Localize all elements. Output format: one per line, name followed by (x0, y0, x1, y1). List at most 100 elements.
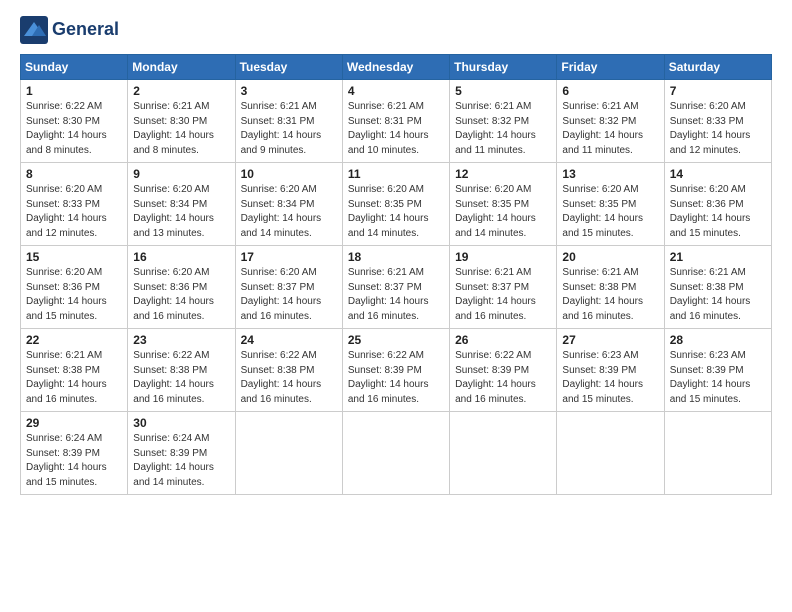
weekday-header-thursday: Thursday (450, 55, 557, 80)
calendar-cell: 10 Sunrise: 6:20 AMSunset: 8:34 PMDaylig… (235, 163, 342, 246)
day-number: 11 (348, 167, 444, 181)
day-number: 5 (455, 84, 551, 98)
calendar-cell: 19 Sunrise: 6:21 AMSunset: 8:37 PMDaylig… (450, 246, 557, 329)
calendar-week-1: 1 Sunrise: 6:22 AMSunset: 8:30 PMDayligh… (21, 80, 772, 163)
calendar-cell (557, 412, 664, 495)
calendar-cell: 4 Sunrise: 6:21 AMSunset: 8:31 PMDayligh… (342, 80, 449, 163)
day-number: 2 (133, 84, 229, 98)
header: General (20, 16, 772, 44)
day-number: 8 (26, 167, 122, 181)
day-number: 21 (670, 250, 766, 264)
day-number: 25 (348, 333, 444, 347)
weekday-header-saturday: Saturday (664, 55, 771, 80)
day-info: Sunrise: 6:21 AMSunset: 8:37 PMDaylight:… (455, 267, 536, 322)
day-info: Sunrise: 6:21 AMSunset: 8:31 PMDaylight:… (348, 101, 429, 156)
day-info: Sunrise: 6:21 AMSunset: 8:38 PMDaylight:… (670, 267, 751, 322)
calendar-week-3: 15 Sunrise: 6:20 AMSunset: 8:36 PMDaylig… (21, 246, 772, 329)
day-number: 26 (455, 333, 551, 347)
day-number: 12 (455, 167, 551, 181)
calendar-cell (342, 412, 449, 495)
day-number: 28 (670, 333, 766, 347)
calendar-week-4: 22 Sunrise: 6:21 AMSunset: 8:38 PMDaylig… (21, 329, 772, 412)
calendar-cell: 20 Sunrise: 6:21 AMSunset: 8:38 PMDaylig… (557, 246, 664, 329)
calendar-cell: 27 Sunrise: 6:23 AMSunset: 8:39 PMDaylig… (557, 329, 664, 412)
day-info: Sunrise: 6:20 AMSunset: 8:35 PMDaylight:… (348, 184, 429, 239)
calendar-cell: 14 Sunrise: 6:20 AMSunset: 8:36 PMDaylig… (664, 163, 771, 246)
calendar-cell: 9 Sunrise: 6:20 AMSunset: 8:34 PMDayligh… (128, 163, 235, 246)
weekday-header-wednesday: Wednesday (342, 55, 449, 80)
day-info: Sunrise: 6:22 AMSunset: 8:30 PMDaylight:… (26, 101, 107, 156)
calendar-cell: 28 Sunrise: 6:23 AMSunset: 8:39 PMDaylig… (664, 329, 771, 412)
day-info: Sunrise: 6:21 AMSunset: 8:32 PMDaylight:… (455, 101, 536, 156)
calendar-cell: 8 Sunrise: 6:20 AMSunset: 8:33 PMDayligh… (21, 163, 128, 246)
day-number: 4 (348, 84, 444, 98)
day-number: 3 (241, 84, 337, 98)
weekday-header-sunday: Sunday (21, 55, 128, 80)
day-number: 6 (562, 84, 658, 98)
calendar-cell: 18 Sunrise: 6:21 AMSunset: 8:37 PMDaylig… (342, 246, 449, 329)
calendar-cell: 22 Sunrise: 6:21 AMSunset: 8:38 PMDaylig… (21, 329, 128, 412)
day-info: Sunrise: 6:20 AMSunset: 8:34 PMDaylight:… (241, 184, 322, 239)
day-info: Sunrise: 6:20 AMSunset: 8:33 PMDaylight:… (26, 184, 107, 239)
calendar-cell: 23 Sunrise: 6:22 AMSunset: 8:38 PMDaylig… (128, 329, 235, 412)
calendar-cell: 6 Sunrise: 6:21 AMSunset: 8:32 PMDayligh… (557, 80, 664, 163)
day-info: Sunrise: 6:23 AMSunset: 8:39 PMDaylight:… (670, 350, 751, 405)
calendar-cell: 26 Sunrise: 6:22 AMSunset: 8:39 PMDaylig… (450, 329, 557, 412)
calendar-cell (235, 412, 342, 495)
day-number: 19 (455, 250, 551, 264)
calendar-cell: 29 Sunrise: 6:24 AMSunset: 8:39 PMDaylig… (21, 412, 128, 495)
calendar-cell: 2 Sunrise: 6:21 AMSunset: 8:30 PMDayligh… (128, 80, 235, 163)
day-number: 20 (562, 250, 658, 264)
day-info: Sunrise: 6:20 AMSunset: 8:36 PMDaylight:… (133, 267, 214, 322)
calendar-cell: 7 Sunrise: 6:20 AMSunset: 8:33 PMDayligh… (664, 80, 771, 163)
day-number: 10 (241, 167, 337, 181)
calendar-week-5: 29 Sunrise: 6:24 AMSunset: 8:39 PMDaylig… (21, 412, 772, 495)
day-info: Sunrise: 6:21 AMSunset: 8:38 PMDaylight:… (26, 350, 107, 405)
calendar-cell (664, 412, 771, 495)
day-info: Sunrise: 6:20 AMSunset: 8:37 PMDaylight:… (241, 267, 322, 322)
day-number: 29 (26, 416, 122, 430)
weekday-header-tuesday: Tuesday (235, 55, 342, 80)
day-number: 27 (562, 333, 658, 347)
day-info: Sunrise: 6:20 AMSunset: 8:35 PMDaylight:… (562, 184, 643, 239)
day-number: 14 (670, 167, 766, 181)
calendar-cell: 15 Sunrise: 6:20 AMSunset: 8:36 PMDaylig… (21, 246, 128, 329)
day-info: Sunrise: 6:20 AMSunset: 8:36 PMDaylight:… (26, 267, 107, 322)
day-number: 18 (348, 250, 444, 264)
day-info: Sunrise: 6:21 AMSunset: 8:31 PMDaylight:… (241, 101, 322, 156)
day-info: Sunrise: 6:20 AMSunset: 8:35 PMDaylight:… (455, 184, 536, 239)
day-info: Sunrise: 6:20 AMSunset: 8:34 PMDaylight:… (133, 184, 214, 239)
day-number: 7 (670, 84, 766, 98)
calendar-cell: 13 Sunrise: 6:20 AMSunset: 8:35 PMDaylig… (557, 163, 664, 246)
calendar-cell: 11 Sunrise: 6:20 AMSunset: 8:35 PMDaylig… (342, 163, 449, 246)
day-number: 23 (133, 333, 229, 347)
calendar-cell (450, 412, 557, 495)
calendar-week-2: 8 Sunrise: 6:20 AMSunset: 8:33 PMDayligh… (21, 163, 772, 246)
day-info: Sunrise: 6:21 AMSunset: 8:38 PMDaylight:… (562, 267, 643, 322)
calendar-cell: 30 Sunrise: 6:24 AMSunset: 8:39 PMDaylig… (128, 412, 235, 495)
calendar-cell: 12 Sunrise: 6:20 AMSunset: 8:35 PMDaylig… (450, 163, 557, 246)
calendar-table: SundayMondayTuesdayWednesdayThursdayFrid… (20, 54, 772, 495)
day-info: Sunrise: 6:22 AMSunset: 8:39 PMDaylight:… (348, 350, 429, 405)
calendar-cell: 25 Sunrise: 6:22 AMSunset: 8:39 PMDaylig… (342, 329, 449, 412)
calendar-cell: 3 Sunrise: 6:21 AMSunset: 8:31 PMDayligh… (235, 80, 342, 163)
logo-text: General (52, 20, 119, 40)
day-info: Sunrise: 6:20 AMSunset: 8:33 PMDaylight:… (670, 101, 751, 156)
calendar-cell: 16 Sunrise: 6:20 AMSunset: 8:36 PMDaylig… (128, 246, 235, 329)
calendar-cell: 17 Sunrise: 6:20 AMSunset: 8:37 PMDaylig… (235, 246, 342, 329)
day-info: Sunrise: 6:22 AMSunset: 8:39 PMDaylight:… (455, 350, 536, 405)
day-number: 1 (26, 84, 122, 98)
day-number: 17 (241, 250, 337, 264)
day-number: 30 (133, 416, 229, 430)
calendar-cell: 21 Sunrise: 6:21 AMSunset: 8:38 PMDaylig… (664, 246, 771, 329)
weekday-header-row: SundayMondayTuesdayWednesdayThursdayFrid… (21, 55, 772, 80)
day-number: 22 (26, 333, 122, 347)
day-info: Sunrise: 6:20 AMSunset: 8:36 PMDaylight:… (670, 184, 751, 239)
day-info: Sunrise: 6:24 AMSunset: 8:39 PMDaylight:… (133, 433, 214, 488)
day-info: Sunrise: 6:24 AMSunset: 8:39 PMDaylight:… (26, 433, 107, 488)
day-number: 13 (562, 167, 658, 181)
day-info: Sunrise: 6:21 AMSunset: 8:37 PMDaylight:… (348, 267, 429, 322)
logo-icon (20, 16, 48, 44)
calendar-cell: 1 Sunrise: 6:22 AMSunset: 8:30 PMDayligh… (21, 80, 128, 163)
day-number: 9 (133, 167, 229, 181)
